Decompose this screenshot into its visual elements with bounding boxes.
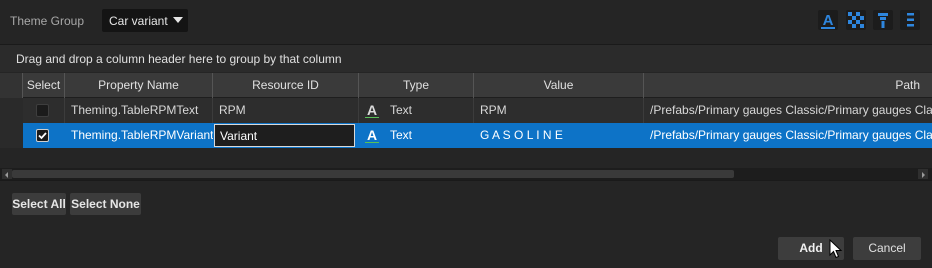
checkerboard-button[interactable]: [846, 10, 866, 30]
divider: [0, 180, 932, 181]
column-header-value[interactable]: Value: [474, 73, 644, 98]
text-style-icon: A: [821, 12, 835, 29]
svg-text:A: A: [367, 127, 377, 143]
chevron-right-icon: [922, 172, 925, 178]
column-divider: [643, 98, 644, 123]
row-indicator: [0, 123, 23, 148]
property-name-cell: Theming.TableRPMVariant: [71, 128, 213, 142]
column-header-path[interactable]: Path: [644, 73, 932, 98]
text-type-icon: A: [365, 127, 379, 143]
scroll-right-arrow[interactable]: [918, 169, 928, 179]
type-cell: Text: [390, 128, 413, 142]
theme-group-value: Car variant: [109, 14, 168, 28]
checkerboard-icon: [848, 12, 864, 28]
resource-id-cell[interactable]: RPM: [213, 98, 359, 123]
column-divider: [473, 98, 474, 123]
column-divider: [358, 98, 359, 123]
filter-icon: [878, 13, 888, 28]
path-cell: /Prefabs/Primary gauges Classic/Primary …: [650, 128, 932, 142]
select-all-button[interactable]: Select All: [12, 193, 66, 215]
select-none-button[interactable]: Select None: [70, 193, 141, 215]
chevron-left-icon: [5, 172, 8, 178]
property-name-cell: Theming.TableRPMText: [71, 103, 199, 117]
value-cell: G A S O L I N E: [480, 128, 563, 142]
path-cell: /Prefabs/Primary gauges Classic/Primary …: [650, 103, 932, 117]
mouse-cursor-icon: [829, 239, 843, 259]
filter-button[interactable]: [873, 10, 893, 30]
column-header-select[interactable]: Select: [23, 73, 65, 98]
list-icon: [907, 13, 914, 27]
type-cell: Text: [390, 103, 413, 117]
column-header-resource-id[interactable]: Resource ID: [213, 73, 359, 98]
resource-id-editor[interactable]: [214, 124, 355, 147]
checkmark-icon: [38, 132, 47, 140]
svg-text:A: A: [823, 12, 834, 29]
column-header-property-name[interactable]: Property Name: [65, 73, 213, 98]
grid-empty-area: [0, 148, 932, 168]
text-type-icon: A: [365, 102, 379, 118]
cancel-button[interactable]: Cancel: [853, 237, 921, 260]
value-cell: RPM: [480, 103, 507, 117]
column-divider: [64, 98, 65, 123]
row-select-checkbox[interactable]: [36, 104, 49, 117]
theme-group-dropdown[interactable]: Car variant: [102, 9, 188, 32]
text-style-button[interactable]: A: [818, 10, 838, 30]
list-button[interactable]: [900, 10, 920, 30]
table-row[interactable]: Theming.TableRPMText RPM A Text RPM /Pre…: [0, 98, 932, 123]
chevron-down-icon: [173, 17, 183, 23]
horizontal-scroll-thumb[interactable]: [12, 170, 734, 178]
row-indicator: [0, 98, 23, 123]
scroll-left-arrow[interactable]: [2, 169, 12, 179]
row-select-checkbox[interactable]: [36, 129, 49, 142]
column-header-type[interactable]: Type: [359, 73, 474, 98]
table-row[interactable]: Theming.TableRPMVariant A Text G A S O L…: [0, 123, 932, 148]
row-indicator-header: [0, 73, 23, 98]
group-by-hint: Drag and drop a column header here to gr…: [16, 52, 342, 66]
theme-group-label: Theme Group: [10, 14, 85, 28]
svg-text:A: A: [367, 102, 377, 118]
column-divider: [212, 98, 213, 123]
